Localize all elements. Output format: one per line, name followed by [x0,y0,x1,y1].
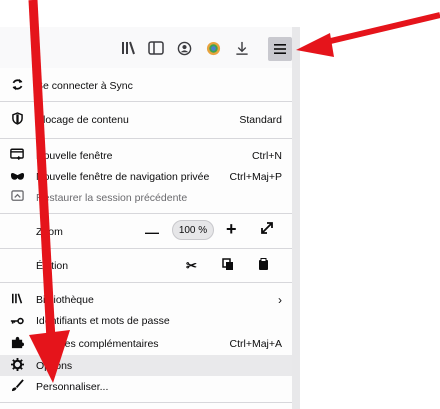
annotation-arrows [28,0,440,383]
arrow-to-menu-button [296,12,440,57]
arrow-down-to-options [28,0,70,383]
